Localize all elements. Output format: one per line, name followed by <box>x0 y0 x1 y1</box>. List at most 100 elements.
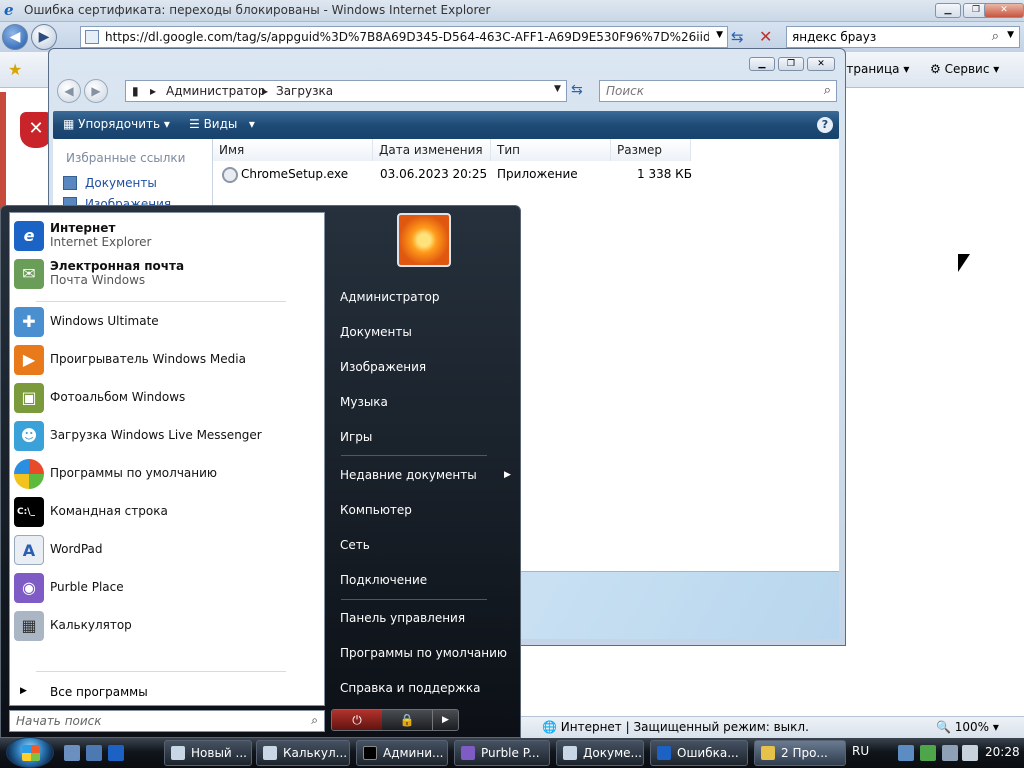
start-item-email[interactable]: ✉ Электронная почта Почта Windows <box>10 257 326 293</box>
start-button[interactable] <box>6 737 54 768</box>
internet-explorer-icon: e <box>4 1 14 19</box>
explorer-address-bar[interactable]: ▮ ▸ Администратор ▸ Загрузка ▼ <box>125 80 567 102</box>
start-right-documents[interactable]: Документы <box>340 325 412 339</box>
start-right-connect-to[interactable]: Подключение <box>340 573 427 587</box>
zoom-control[interactable]: 🔍 100% ▾ <box>936 720 999 734</box>
start-right-recent-documents[interactable]: Недавние документы <box>340 468 477 482</box>
breadcrumb-downloads[interactable]: Загрузка <box>276 84 333 98</box>
lock-icon[interactable]: 🔒 <box>382 710 432 730</box>
forward-button[interactable]: ▶ <box>31 24 57 50</box>
volume-muted-icon[interactable] <box>962 745 978 761</box>
stop-icon[interactable]: ✕ <box>759 27 772 46</box>
start-right-control-panel[interactable]: Панель управления <box>340 611 465 625</box>
start-right-administrator[interactable]: Администратор <box>340 290 440 304</box>
start-search-input[interactable]: Начать поиск <box>16 714 102 728</box>
column-header-date[interactable]: Дата изменения <box>373 139 491 161</box>
network-icon[interactable] <box>942 745 958 761</box>
tray-app-icon[interactable] <box>898 745 914 761</box>
explorer-maximize-button[interactable]: ❐ <box>778 57 804 71</box>
taskbar-item-explorer-group[interactable]: 2 Про... <box>754 740 846 766</box>
start-search-box[interactable]: Начать поиск ⌕ <box>9 710 325 732</box>
column-header-name[interactable]: Имя <box>213 139 373 161</box>
organize-button[interactable]: ▦ Упорядочить ▾ <box>63 117 170 131</box>
shutdown-options-arrow-icon[interactable]: ▶ <box>432 710 458 730</box>
taskbar-item-ie-error[interactable]: Ошибка... <box>650 740 748 766</box>
explorer-back-button[interactable]: ◀ <box>57 79 81 103</box>
start-item-wordpad[interactable]: A WordPad <box>10 533 326 569</box>
column-header-size[interactable]: Размер <box>611 139 691 161</box>
minimize-button[interactable]: ▁ <box>935 3 961 18</box>
start-item-purble-place[interactable]: ◉ Purble Place <box>10 571 326 607</box>
security-zone[interactable]: 🌐 Интернет | Защищенный режим: выкл. <box>542 720 809 734</box>
address-bar[interactable]: https://dl.google.com/tag/s/appguid%3D%7… <box>80 26 728 48</box>
start-item-internet[interactable]: e Интернет Internet Explorer <box>10 219 326 255</box>
help-icon[interactable]: ? <box>817 117 833 133</box>
back-button[interactable]: ◀ <box>2 24 28 50</box>
explorer-search-input[interactable]: Поиск <box>606 84 644 98</box>
switch-windows-icon[interactable] <box>86 745 102 761</box>
column-header-type[interactable]: Тип <box>491 139 611 161</box>
start-right-music[interactable]: Музыка <box>340 395 388 409</box>
tools-menu[interactable]: ⚙ Сервис ▾ <box>930 62 999 76</box>
purble-place-icon: ◉ <box>14 573 44 603</box>
internet-explorer-icon <box>657 746 671 760</box>
start-right-pictures[interactable]: Изображения <box>340 360 426 374</box>
tray-update-icon[interactable] <box>920 745 936 761</box>
taskbar-item-documents[interactable]: Докуме... <box>556 740 644 766</box>
search-dropdown-icon[interactable]: ▼ <box>1007 30 1014 40</box>
submenu-arrow-icon: ▶ <box>504 470 511 480</box>
taskbar-item-calculator[interactable]: Калькул... <box>256 740 350 766</box>
address-dropdown-icon[interactable]: ▼ <box>716 30 723 40</box>
start-item-media-player[interactable]: ▶ Проигрыватель Windows Media <box>10 343 326 379</box>
power-icon[interactable]: ⏻ <box>332 710 382 730</box>
nav-link-documents[interactable]: Документы <box>85 176 157 190</box>
page-menu-label: Страница <box>838 62 900 76</box>
search-box[interactable]: яндекс брауз ⌕ ▼ <box>786 26 1020 48</box>
file-size: 1 338 КБ <box>637 167 692 181</box>
clock[interactable]: 20:28 <box>985 745 1020 759</box>
start-right-default-programs[interactable]: Программы по умолчанию <box>340 646 507 660</box>
start-item-windows-ultimate[interactable]: ✚ Windows Ultimate <box>10 305 326 341</box>
start-right-help-support[interactable]: Справка и поддержка <box>340 681 481 695</box>
start-right-network[interactable]: Сеть <box>340 538 370 552</box>
start-right-computer[interactable]: Компьютер <box>340 503 412 517</box>
language-indicator[interactable]: RU <box>852 744 869 758</box>
start-item-command-prompt[interactable]: C:\_ Командная строка <box>10 495 326 531</box>
file-name[interactable]: ChromeSetup.exe <box>241 167 348 181</box>
taskbar-item-label: 2 Про... <box>781 746 828 760</box>
taskbar-item-notepad[interactable]: Новый ... <box>164 740 252 766</box>
views-button[interactable]: ☰ Виды ▾ <box>189 117 255 131</box>
start-right-games[interactable]: Игры <box>340 430 372 444</box>
page-icon <box>85 30 99 44</box>
search-icon[interactable]: ⌕ <box>824 83 831 98</box>
breadcrumb-administrator[interactable]: Администратор <box>166 84 266 98</box>
zoom-level: 100% <box>954 720 990 734</box>
taskbar-item-purble-place[interactable]: Purble P... <box>454 740 550 766</box>
search-input[interactable]: яндекс брауз <box>792 30 876 44</box>
close-button[interactable]: ✕ <box>984 3 1024 18</box>
internet-explorer-quicklaunch-icon[interactable] <box>108 745 124 761</box>
start-item-live-messenger[interactable]: ☻ Загрузка Windows Live Messenger <box>10 419 326 455</box>
explorer-refresh-icon[interactable]: ⇆ <box>571 82 583 98</box>
start-item-default-programs[interactable]: Программы по умолчанию <box>10 457 326 493</box>
user-picture-avatar[interactable] <box>397 213 451 267</box>
breadcrumb-separator-icon[interactable]: ▸ <box>262 84 268 98</box>
explorer-search-box[interactable]: Поиск ⌕ <box>599 80 837 102</box>
views-label: Виды <box>203 117 238 131</box>
show-desktop-icon[interactable] <box>64 745 80 761</box>
page-menu[interactable]: Страница ▾ <box>838 62 909 76</box>
address-dropdown-icon[interactable]: ▼ <box>554 84 561 94</box>
explorer-forward-button[interactable]: ▶ <box>84 79 108 103</box>
taskbar-item-admin-cmd[interactable]: Админи... <box>356 740 448 766</box>
search-icon[interactable]: ⌕ <box>311 713 318 728</box>
explorer-minimize-button[interactable]: ▁ <box>749 57 775 71</box>
explorer-close-button[interactable]: ✕ <box>807 57 835 71</box>
refresh-icon[interactable]: ⇆ <box>731 28 744 46</box>
breadcrumb-separator-icon[interactable]: ▸ <box>150 84 156 98</box>
all-programs-button[interactable]: Все программы <box>50 685 148 699</box>
start-item-photo-gallery[interactable]: ▣ Фотоальбом Windows <box>10 381 326 417</box>
search-icon[interactable]: ⌕ <box>992 29 999 44</box>
messenger-icon: ☻ <box>14 421 44 451</box>
start-item-calculator[interactable]: ▦ Калькулятор <box>10 609 326 645</box>
favorites-star-icon[interactable]: ★ <box>8 60 22 79</box>
